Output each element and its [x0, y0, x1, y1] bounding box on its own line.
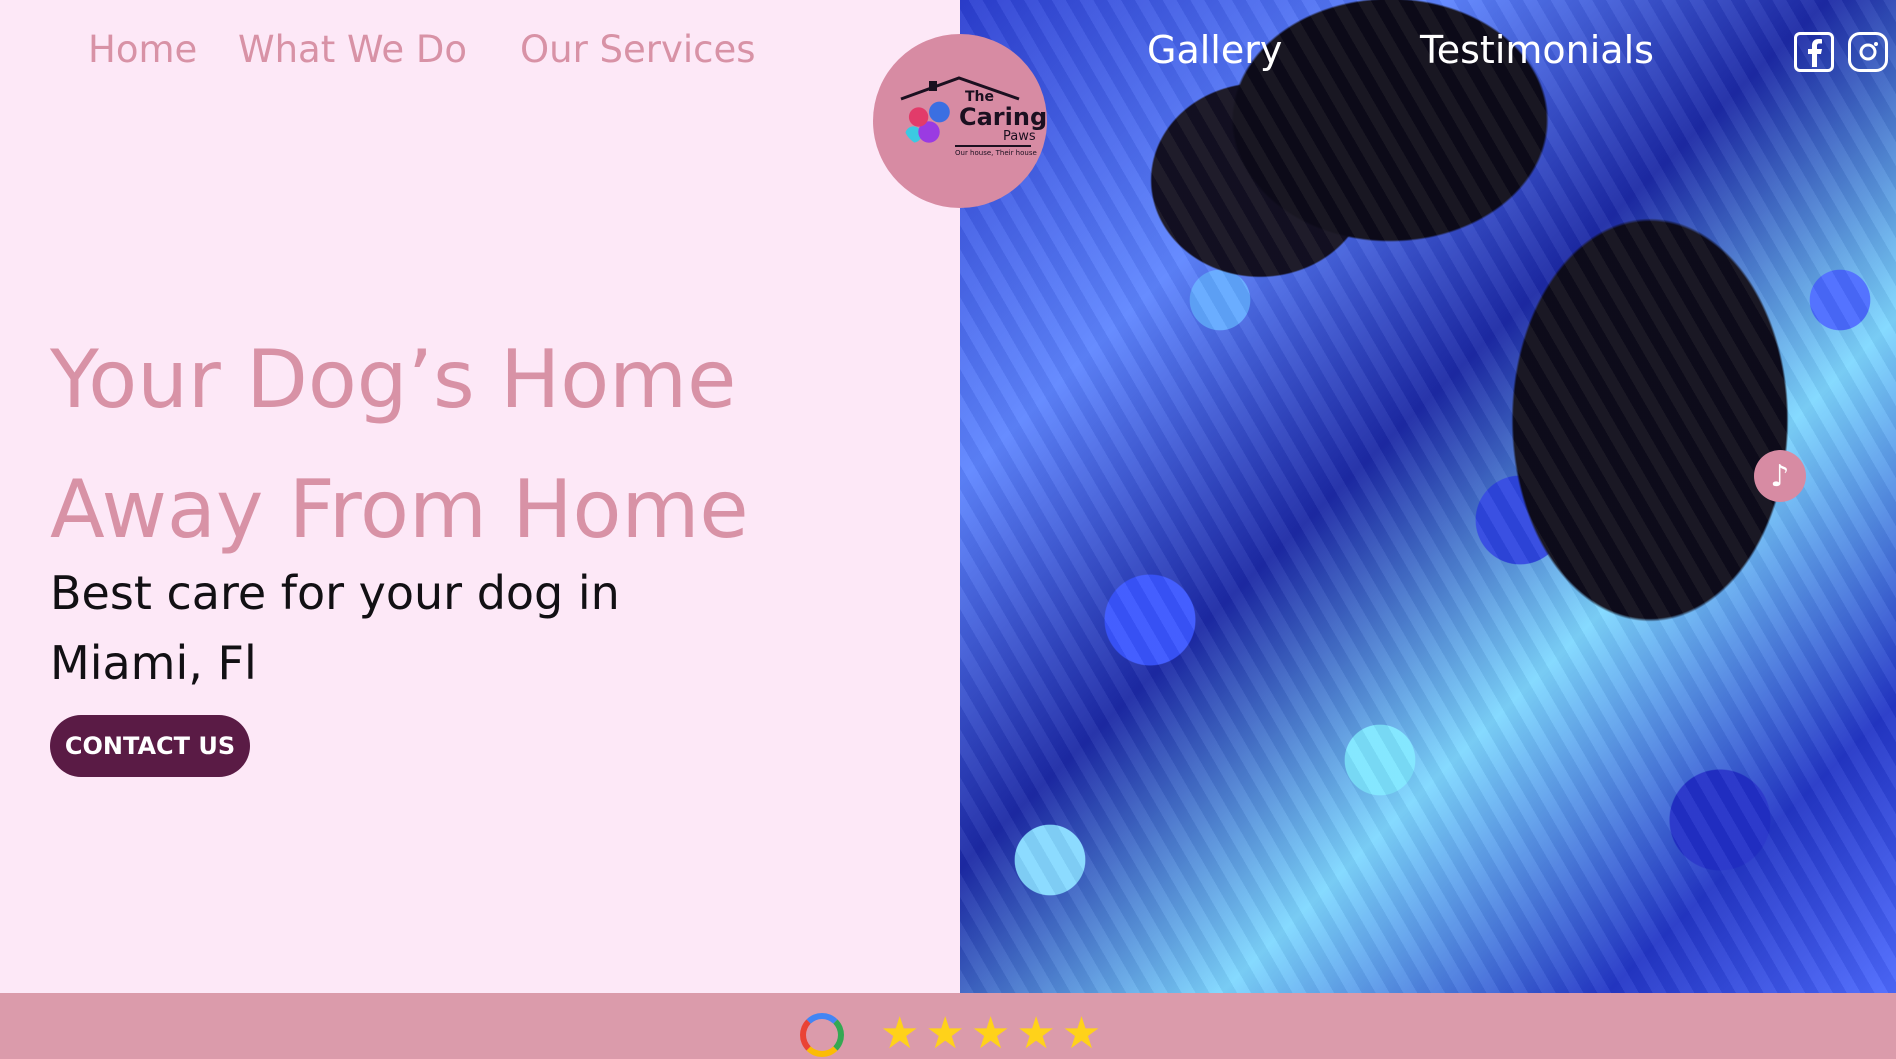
hero-title-line1: Your Dog’s Home	[50, 333, 737, 426]
google-icon	[800, 1013, 844, 1057]
nav-testimonials[interactable]: Testimonials	[1420, 28, 1654, 72]
hero-title-line2: Away From Home	[50, 463, 749, 556]
hero-title: Your Dog’s Home Away From Home	[50, 315, 910, 575]
nav-what-we-do[interactable]: What We Do	[238, 28, 467, 71]
logo-tagline: Our house, Their house	[955, 149, 1037, 157]
paw-prints-icon	[903, 97, 955, 147]
hero-subtitle: Best care for your dog in Miami, Fl	[50, 566, 620, 690]
logo-paws: Paws	[1003, 129, 1036, 144]
instagram-icon[interactable]	[1848, 32, 1888, 72]
logo-mark: The Caring Paws Our house, Their house	[885, 71, 1047, 171]
logo[interactable]: The Caring Paws Our house, Their house	[873, 34, 1047, 208]
hero-dog-image	[960, 0, 1896, 993]
logo-divider	[955, 145, 1031, 147]
music-note-icon[interactable]: ♪	[1754, 450, 1806, 502]
star-rating: ★★★★★	[880, 1008, 1108, 1059]
instagram-glyph-icon	[1859, 42, 1878, 61]
contact-us-button[interactable]: CONTACT US	[50, 715, 250, 777]
nav-gallery[interactable]: Gallery	[1147, 28, 1282, 72]
nav-our-services[interactable]: Our Services	[520, 28, 756, 71]
house-roof-icon	[900, 76, 1020, 101]
logo-caring: Caring	[959, 103, 1048, 131]
facebook-icon[interactable]	[1794, 32, 1834, 72]
nav-home[interactable]: Home	[88, 28, 197, 71]
facebook-glyph-icon	[1808, 39, 1822, 67]
